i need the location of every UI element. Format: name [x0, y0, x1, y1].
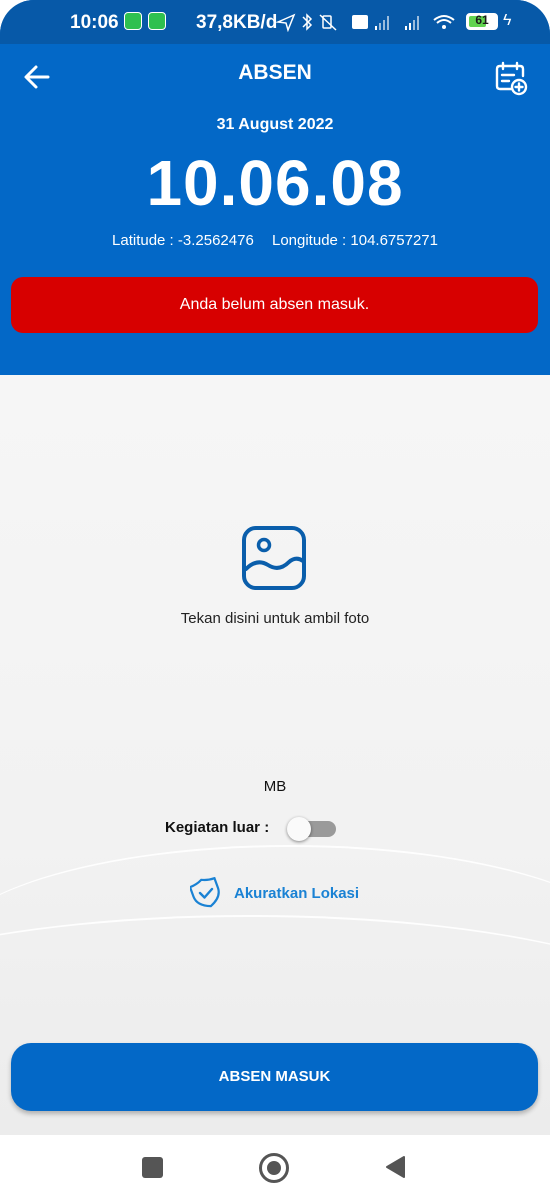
calendar-add-icon[interactable]: [494, 60, 528, 96]
main-content: Tekan disini untuk ambil foto MB Kegiata…: [0, 375, 550, 1135]
shield-check-icon: [190, 877, 220, 908]
status-alert: Anda belum absen masuk.: [11, 277, 538, 333]
longitude-text: Longitude : 104.6757271: [271, 232, 438, 249]
current-date: 31 August 2022: [216, 116, 334, 133]
recent-apps-icon[interactable]: [142, 1157, 163, 1178]
battery-icon: 61: [466, 13, 498, 30]
page-title: ABSEN: [238, 61, 312, 84]
phone-screen: 10:06 37,8KB/d 61 ϟ ABSEN 31 August 2022…: [0, 0, 550, 1192]
status-bar: 10:06 37,8KB/d 61 ϟ: [0, 0, 550, 44]
nav-back-icon[interactable]: [384, 1155, 406, 1179]
kegiatan-luar-toggle[interactable]: [287, 817, 337, 841]
whatsapp-icon: [124, 12, 142, 30]
absen-masuk-button[interactable]: ABSEN MASUK: [11, 1043, 538, 1111]
current-time: 10.06.08: [146, 147, 404, 219]
image-placeholder-icon[interactable]: [241, 525, 307, 591]
network-speed: 37,8KB/d: [196, 12, 278, 33]
take-photo-label[interactable]: Tekan disini untuk ambil foto: [0, 610, 550, 627]
system-nav-bar: [0, 1135, 550, 1192]
file-size-label: MB: [263, 778, 287, 795]
battery-level: 61: [475, 13, 489, 27]
latitude-text: Latitude : -3.2562476: [112, 232, 254, 249]
coordinates: Latitude : -3.2562476 Longitude : 104.67…: [0, 232, 550, 249]
akuratkan-lokasi-label: Akuratkan Lokasi: [234, 885, 360, 902]
status-time: 10:06: [70, 12, 119, 33]
charging-icon: ϟ: [503, 12, 512, 29]
home-icon[interactable]: [259, 1153, 289, 1183]
kegiatan-luar-label: Kegiatan luar :: [165, 819, 270, 836]
system-status-icons: [276, 13, 455, 32]
header: 10:06 37,8KB/d 61 ϟ ABSEN 31 August 2022…: [0, 0, 550, 375]
android-icon: [148, 12, 166, 30]
